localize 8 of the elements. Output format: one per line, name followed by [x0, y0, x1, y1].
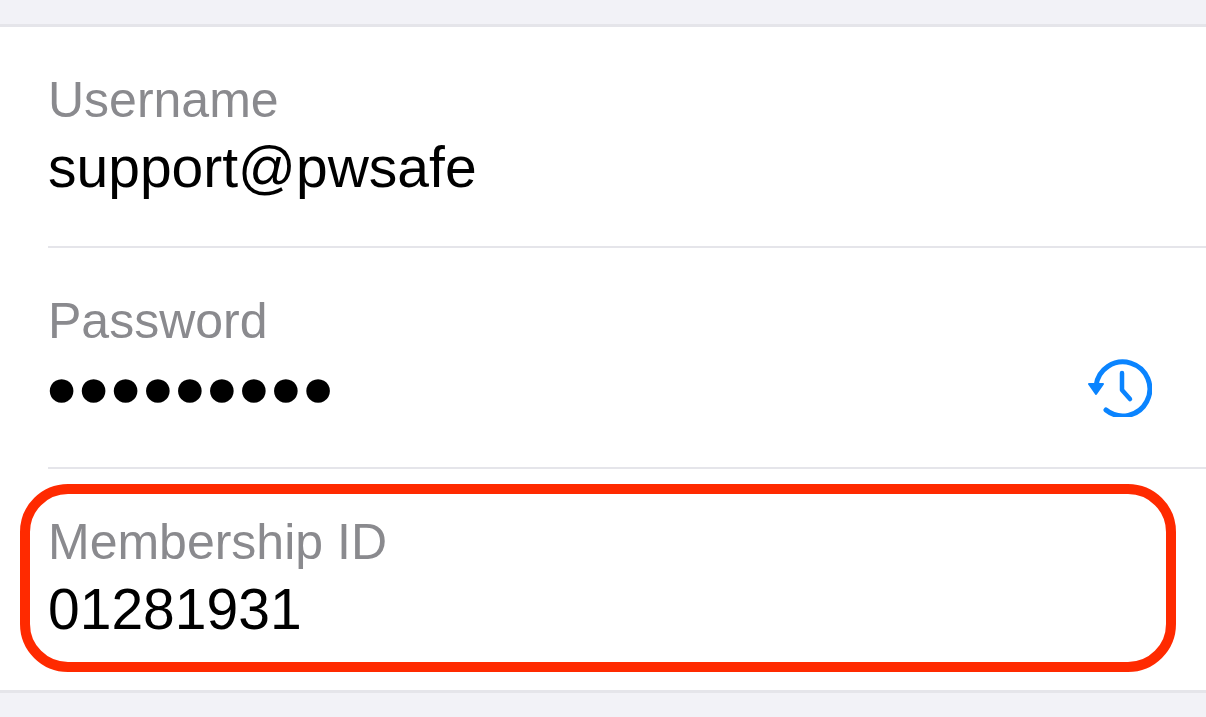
field-value: support@pwsafe [48, 135, 477, 199]
field-label: Membership ID [48, 513, 387, 571]
history-icon [1088, 359, 1152, 417]
field-label: Password [48, 292, 268, 350]
history-button[interactable] [1088, 359, 1152, 417]
field-label: Username [48, 71, 279, 129]
field-value: 01281931 [48, 577, 302, 641]
masked-password: ●●●●●●●●● [48, 369, 337, 408]
